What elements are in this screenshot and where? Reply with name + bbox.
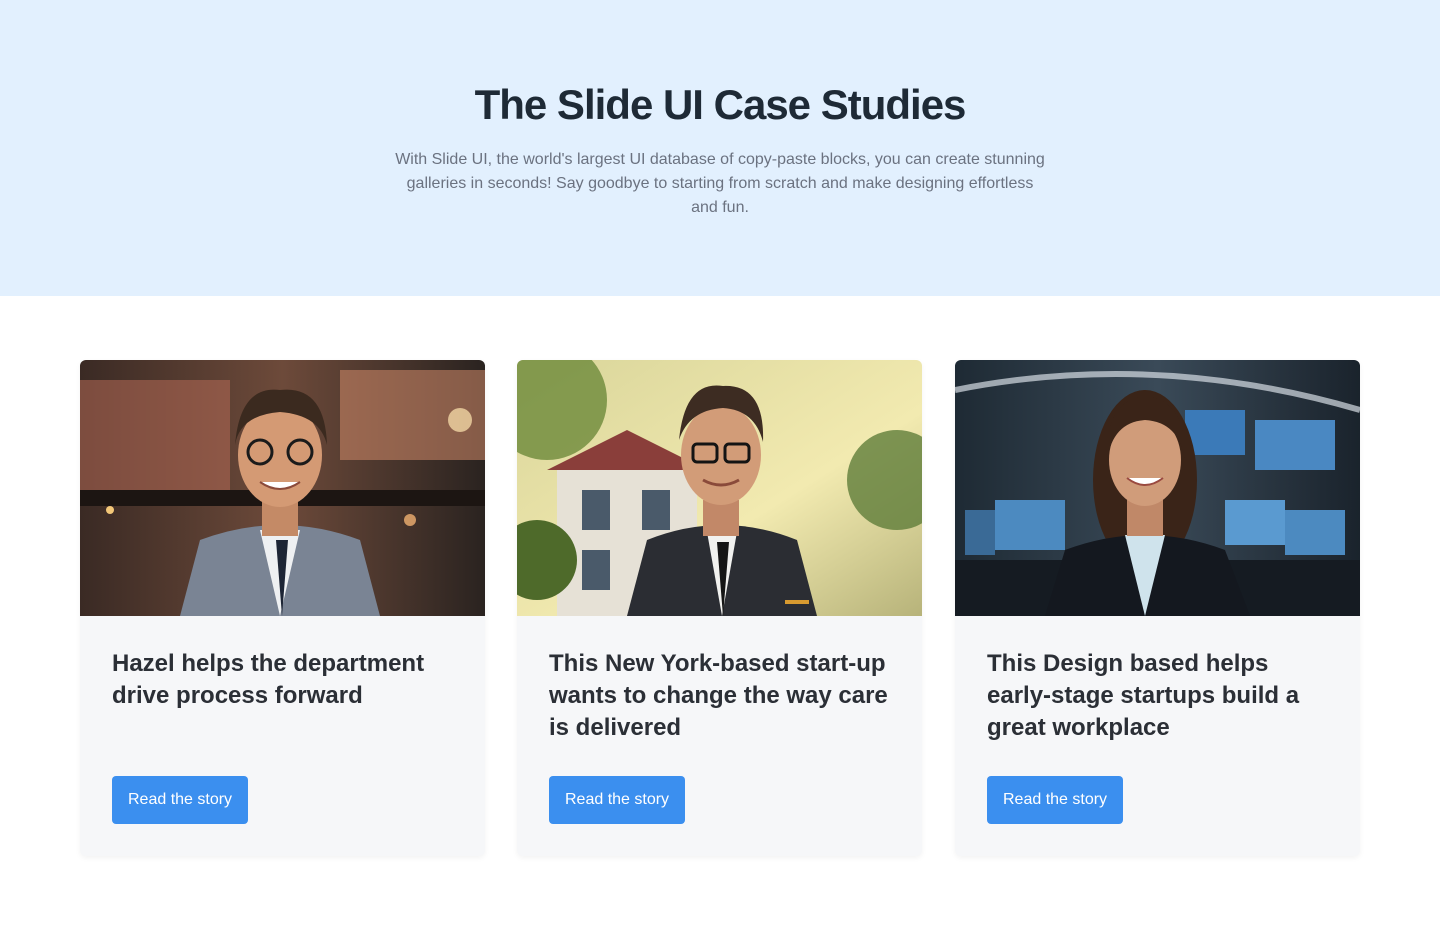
read-story-button[interactable]: Read the story <box>987 776 1124 824</box>
read-story-button[interactable]: Read the story <box>112 776 249 824</box>
case-study-cards: Hazel helps the department drive process… <box>80 360 1360 856</box>
case-study-photo <box>80 360 485 616</box>
case-study-title: This New York-based start-up wants to ch… <box>549 650 888 741</box>
hero-section: The Slide UI Case Studies With Slide UI,… <box>0 0 1440 296</box>
case-study-photo <box>517 360 922 616</box>
read-story-button[interactable]: Read the story <box>549 776 686 824</box>
case-study-photo <box>955 360 1360 616</box>
case-study-card: This New York-based start-up wants to ch… <box>517 360 922 856</box>
case-study-card: This Design based helps early-stage star… <box>955 360 1360 856</box>
case-study-card: Hazel helps the department drive process… <box>80 360 485 856</box>
case-study-title: Hazel helps the department drive process… <box>112 650 425 709</box>
case-study-title: This Design based helps early-stage star… <box>987 650 1300 741</box>
page-subtitle: With Slide UI, the world's largest UI da… <box>395 151 1045 216</box>
page-title: The Slide UI Case Studies <box>474 81 967 128</box>
